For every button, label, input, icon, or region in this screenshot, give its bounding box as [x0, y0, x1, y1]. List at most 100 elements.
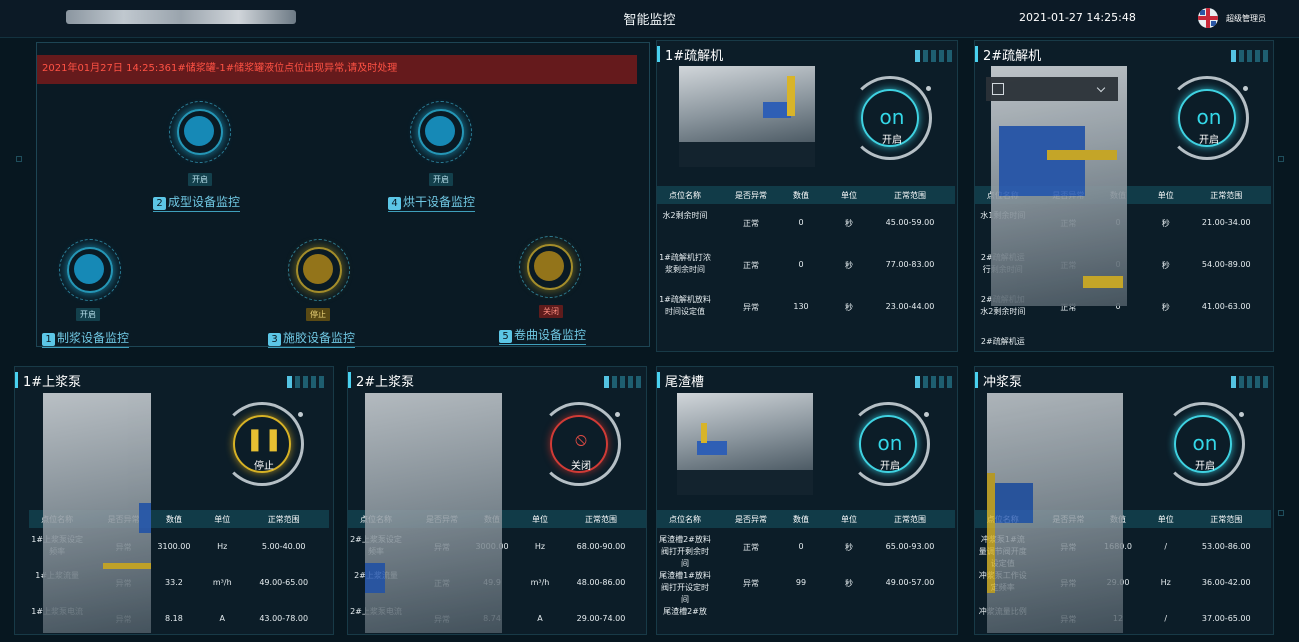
table-cell: 49.00-65.00 [259, 578, 309, 587]
table-cell: 0 [798, 218, 804, 227]
table-row: 尾渣槽1#放料阀打开设定时间 异常 99 秒 49.00-57.00 [657, 570, 955, 606]
column-header: 数值 [165, 515, 182, 524]
data-table: 点位名称 是否异常 数值 单位 正常范围 水2剩余时间 正常 0 秒 45.00-59.00 1#疏… [657, 186, 955, 346]
table-header: 点位名称是否异常数值单位正常范围 [657, 186, 955, 204]
pad-link-sizing[interactable]: 3 施胶设备监控 [268, 329, 356, 348]
table-cell: 43.00-78.00 [259, 614, 309, 623]
table-cell: m³/h [212, 578, 232, 587]
status-gauge[interactable]: on 开启 [1165, 76, 1249, 160]
pad-link-drying[interactable]: 4 烘干设备监控 [388, 193, 476, 212]
camera-feed-6[interactable] [987, 393, 1123, 633]
panel-title: 1#疏解机 [665, 49, 724, 64]
stripe-deco [287, 376, 327, 388]
edge-marker [1278, 156, 1284, 162]
video-toolbar[interactable] [986, 77, 1118, 101]
status-badge: 停止 [306, 308, 330, 321]
table-cell: 尾渣槽2#放 [663, 607, 707, 616]
status-badge: 关闭 [539, 305, 563, 318]
column-header: 正常范围 [267, 515, 300, 524]
stripe-deco [1231, 50, 1271, 62]
fullscreen-icon [992, 83, 1004, 95]
table-cell: 29.00-74.00 [576, 614, 626, 623]
user-name[interactable]: 超级管理员 [1226, 13, 1266, 24]
panel-title: 2#上浆泵 [356, 375, 415, 390]
column-header: 单位 [841, 191, 857, 200]
table-cell: 1#疏解机放料时间设定值 [659, 295, 711, 316]
overview-panel [36, 42, 650, 347]
drying-device-icon[interactable] [410, 101, 472, 163]
table-cell: 65.00-93.00 [885, 542, 935, 551]
column-header: 单位 [1157, 515, 1174, 524]
table-row: 1#疏解机放料时间设定值 异常 130 秒 23.00-44.00 [657, 294, 955, 336]
pad-link-pulping[interactable]: 1 制浆设备监控 [42, 329, 130, 348]
table-cell: 54.00-89.00 [1201, 260, 1251, 269]
column-header: 单位 [214, 515, 231, 524]
column-header: 数值 [793, 515, 809, 524]
status-gauge[interactable]: on 开启 [848, 76, 932, 160]
curling-device-icon[interactable] [519, 236, 581, 298]
table-cell: 23.00-44.00 [885, 302, 935, 311]
table-cell: 49.00-57.00 [885, 578, 935, 587]
column-header: 正常范围 [1210, 191, 1243, 200]
table-cell: 3100.00 [157, 542, 191, 551]
sizing-device-icon[interactable] [288, 239, 350, 301]
table-header: 点位名称是否异常数值单位正常范围 [657, 510, 955, 528]
camera-feed-1[interactable] [679, 66, 815, 142]
status-gauge[interactable]: ⦸ 关闭 [537, 402, 621, 486]
table-cell: 秒 [845, 261, 853, 270]
video-caption-strip [679, 142, 815, 167]
status-gauge[interactable]: ❚❚ 停止 [220, 402, 304, 486]
table-row: 尾渣槽2#放料阀打开剩余时间 正常 0 秒 65.00-93.00 [657, 534, 955, 570]
table-row: 1#疏解机打浓浆剩余时间 正常 0 秒 77.00-83.00 [657, 252, 955, 294]
status-badge: 开启 [76, 308, 100, 321]
column-header: 点位名称 [669, 515, 701, 524]
status-gauge[interactable]: on 开启 [846, 402, 930, 486]
table-cell: 秒 [1161, 261, 1170, 270]
table-cell: 8.18 [165, 614, 183, 623]
camera-feed-4[interactable] [365, 393, 502, 633]
table-cell: 41.00-63.00 [1201, 302, 1251, 311]
status-gauge[interactable]: on 开启 [1161, 402, 1245, 486]
panel-title: 1#上浆泵 [23, 375, 82, 390]
stripe-deco [915, 376, 955, 388]
table-cell: 36.00-42.00 [1201, 578, 1251, 587]
stripe-deco [1231, 376, 1271, 388]
pad-link-forming[interactable]: 2 成型设备监控 [153, 193, 241, 212]
table-row: 尾渣槽2#放 [657, 606, 955, 642]
column-header: 正常范围 [894, 191, 926, 200]
top-bar: 智能监控 2021-01-27 14:25:48 超级管理员 [0, 0, 1299, 38]
table-cell: A [219, 614, 226, 623]
table-cell: 21.00-34.00 [1201, 218, 1251, 227]
table-cell: Hz [534, 542, 546, 551]
stripe-deco [604, 376, 644, 388]
column-header: 单位 [841, 515, 857, 524]
table-cell: 2#疏解机运 [980, 337, 1025, 346]
table-cell: 秒 [845, 219, 853, 228]
column-header: 点位名称 [669, 191, 701, 200]
table-cell: 秒 [1161, 219, 1170, 228]
table-cell: Hz [217, 542, 228, 551]
column-header: 正常范围 [585, 515, 617, 524]
pad-link-curling[interactable]: 5 卷曲设备监控 [499, 326, 587, 345]
table-cell: 秒 [845, 543, 853, 552]
camera-feed-3[interactable] [43, 393, 151, 633]
column-header: 数值 [793, 191, 809, 200]
camera-feed-5[interactable] [677, 393, 813, 470]
edge-marker [16, 156, 22, 162]
table-cell: / [1164, 614, 1168, 623]
column-header: 正常范围 [1210, 515, 1243, 524]
alarm-banner[interactable]: 2021年01月27日 14:25:361#储浆罐-1#储浆罐液位点位出现异常,… [37, 55, 637, 84]
pulping-device-icon[interactable] [59, 239, 121, 301]
table-cell: 秒 [845, 579, 853, 588]
table-cell: 0 [798, 260, 804, 269]
forming-device-icon[interactable] [169, 101, 231, 163]
chevron-down-icon [1096, 83, 1106, 93]
table-cell: 37.00-65.00 [1201, 614, 1251, 623]
video-caption-strip [677, 470, 813, 495]
edge-marker [1278, 510, 1284, 516]
camera-feed-2[interactable] [991, 66, 1127, 306]
stripe-deco [915, 50, 955, 62]
table-cell: m³/h [530, 578, 550, 587]
column-header: 单位 [532, 515, 548, 524]
avatar[interactable] [1198, 8, 1218, 28]
